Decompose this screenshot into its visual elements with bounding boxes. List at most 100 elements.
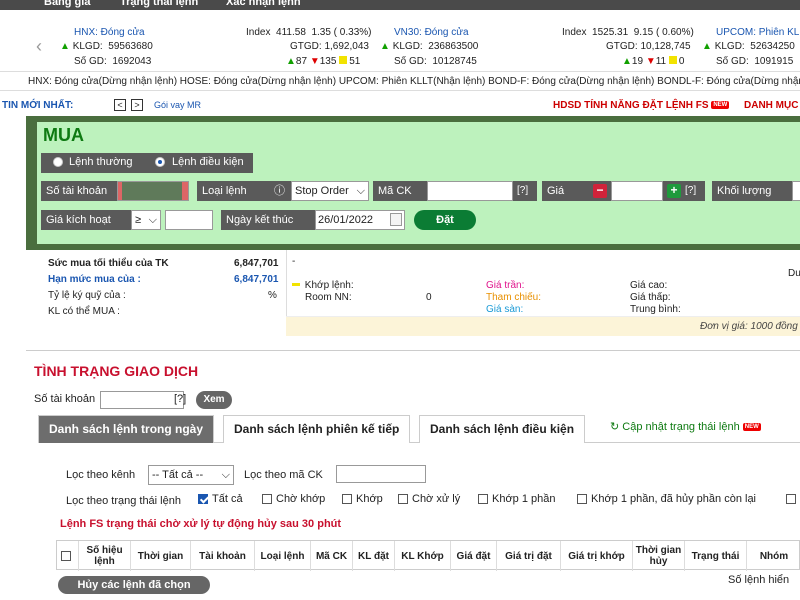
order-count-label: Số lệnh hiển xyxy=(728,574,790,586)
radio-conditional-order[interactable] xyxy=(155,157,165,167)
order-side-title: MUA xyxy=(43,125,84,145)
order-type-label: Loại lệnh ⓘ xyxy=(197,181,291,201)
cancel-selected-button[interactable]: Hủy các lệnh đã chọn xyxy=(58,576,210,594)
state-processing-checkbox[interactable]: Chờ xử lý xyxy=(398,493,460,505)
danh-muc-link[interactable]: DANH MỤC xyxy=(744,100,798,111)
select-all-checkbox[interactable] xyxy=(60,551,71,561)
hnx-gtgd: GTGD: 1,692,043 xyxy=(290,41,369,52)
col-status[interactable]: Trạng thái xyxy=(685,541,747,571)
chevron-down-icon: ⌵ xyxy=(148,214,157,226)
trigger-operator-select[interactable]: ≥ ⌵ xyxy=(131,210,161,230)
chevron-left-icon[interactable]: ‹ xyxy=(36,36,42,57)
account-select[interactable] xyxy=(117,181,189,201)
price-unit-note: Đơn vị giá: 1000 đồng - xyxy=(700,321,800,332)
up-arrow-icon: ▲ xyxy=(60,41,70,52)
tab-conditional-orders[interactable]: Danh sách lệnh điều kiện xyxy=(419,415,586,443)
nav-xac-nhan-lenh[interactable]: Xác nhận lệnh xyxy=(226,0,301,8)
hdsd-link[interactable]: HDSD TÍNH NĂNG ĐẶT LỆNH FS NEW xyxy=(553,100,730,111)
radio-normal-label: Lệnh thường xyxy=(69,156,133,168)
fs-auto-cancel-notice: Lệnh FS trạng thái chờ xử lý tự động hủy… xyxy=(60,518,342,530)
high-label: Giá cao: xyxy=(630,280,668,291)
volume-label: Khối lượng xyxy=(712,181,792,201)
order-mode-radio-group: Lệnh thường Lệnh điều kiện xyxy=(41,153,253,173)
filter-state-label: Lọc theo trạng thái lệnh xyxy=(66,495,181,507)
radio-normal-order[interactable] xyxy=(53,157,63,167)
order-type-select[interactable]: Stop Order ⌵ xyxy=(291,181,369,201)
col-order-type[interactable]: Loại lệnh xyxy=(255,541,311,571)
hnx-name: HNX: Đóng cửa xyxy=(74,27,145,38)
symbol-help-link[interactable]: [?] xyxy=(513,181,537,201)
filter-symbol-input[interactable] xyxy=(336,465,426,483)
price-increase-button[interactable]: + xyxy=(667,184,681,198)
end-date-input[interactable]: 26/01/2022 xyxy=(315,210,405,230)
state-pending-checkbox[interactable]: Chờ khớp xyxy=(262,493,325,505)
view-button[interactable]: Xem xyxy=(196,391,232,409)
new-badge: NEW xyxy=(742,423,761,432)
news-label: TIN MỚI NHẤT: xyxy=(2,100,74,111)
buy-limit-label: Hạn mức mua của : xyxy=(48,274,141,285)
du-label: Du xyxy=(788,268,800,279)
col-qty[interactable]: KL đặt xyxy=(353,541,395,571)
col-group[interactable]: Nhóm xyxy=(747,541,800,571)
state-partial-checkbox[interactable]: Khớp 1 phần xyxy=(478,493,556,505)
floor-label: Giá sàn: xyxy=(486,304,524,315)
trigger-price-label: Giá kích hoạt xyxy=(41,210,131,230)
col-price[interactable]: Giá đặt xyxy=(451,541,497,571)
news-next-button[interactable]: > xyxy=(131,99,143,111)
price-input[interactable] xyxy=(611,181,663,201)
hnx-breadth: ▲87 ▼135 51 xyxy=(286,56,361,67)
price-help-link[interactable]: [?] xyxy=(685,181,696,201)
upcom-klgd: ▲ KLGD: 52634250 xyxy=(702,41,795,52)
place-order-button[interactable]: Đặt xyxy=(414,210,476,230)
buy-limit-value: 6,847,701 xyxy=(234,274,279,285)
volume-input[interactable] xyxy=(792,181,800,201)
orders-table-header: Số hiệu lệnh Thời gian Tài khoản Loại lệ… xyxy=(56,540,800,571)
match-label: Khớp lệnh: xyxy=(292,280,354,291)
state-extra-checkbox[interactable] xyxy=(786,493,800,505)
end-date-label: Ngày kết thúc xyxy=(221,210,315,230)
exchange-status-line: HNX: Đóng cửa(Dừng nhận lệnh) HOSE: Đóng… xyxy=(0,73,800,91)
margin-ratio-unit: % xyxy=(268,290,277,301)
nav-bang-gia[interactable]: Bảng giá xyxy=(44,0,90,8)
account-info-panel: Sức mua tối thiểu của TK 6,847,701 Hạn m… xyxy=(40,250,800,336)
symbol-input[interactable] xyxy=(427,181,513,201)
vn30-name: VN30: Đóng cửa xyxy=(394,27,469,38)
trigger-price-input[interactable] xyxy=(165,210,213,230)
news-bar: TIN MỚI NHẤT: < > Gói vay MR HDSD TÍNH N… xyxy=(0,98,800,114)
vn30-klgd: ▲ KLGD: 236863500 xyxy=(380,41,479,52)
status-account-input[interactable] xyxy=(100,391,184,409)
col-account[interactable]: Tài khoản xyxy=(191,541,255,571)
symbol-info-dash: - xyxy=(292,256,296,267)
state-matched-checkbox[interactable]: Khớp xyxy=(342,493,383,505)
filter-channel-select[interactable]: -- Tất cả -- ⌵ xyxy=(148,465,234,485)
vn30-gtgd: GTGD: 10,128,745 xyxy=(606,41,691,52)
tab-next-session-orders[interactable]: Danh sách lệnh phiên kế tiếp xyxy=(223,415,411,443)
status-help-link[interactable]: [?] xyxy=(174,393,186,405)
new-badge: NEW xyxy=(711,101,730,110)
calendar-icon[interactable] xyxy=(390,213,402,226)
news-headline-link[interactable]: Gói vay MR xyxy=(154,100,201,110)
state-partial-cancelled-checkbox[interactable]: Khớp 1 phần, đã hủy phần còn lại xyxy=(577,493,756,505)
state-all-checkbox[interactable]: Tất cả xyxy=(198,493,243,505)
margin-ratio-label: Tỷ lệ ký quỹ của : xyxy=(48,290,126,301)
price-controls: + [?] xyxy=(663,181,705,201)
col-order-value[interactable]: Giá trị đặt xyxy=(497,541,561,571)
col-matched-value[interactable]: Giá trị khớp xyxy=(561,541,633,571)
status-account-label: Số tài khoản xyxy=(34,393,96,405)
nav-trang-thai-lenh[interactable]: Trạng thái lệnh xyxy=(120,0,198,8)
col-time[interactable]: Thời gian xyxy=(131,541,191,571)
chevron-down-icon: ⌵ xyxy=(221,469,230,481)
symbol-label: Mã CK xyxy=(373,181,427,201)
info-icon[interactable]: ⓘ xyxy=(274,181,285,201)
col-symbol[interactable]: Mã CK xyxy=(311,541,353,571)
news-prev-button[interactable]: < xyxy=(114,99,126,111)
col-matched-qty[interactable]: KL Khớp xyxy=(395,541,451,571)
col-cancel-time[interactable]: Thời gian hủy xyxy=(633,541,685,571)
top-nav: Bảng giá Trạng thái lệnh Xác nhận lệnh xyxy=(0,0,800,10)
tab-today-orders[interactable]: Danh sách lệnh trong ngày xyxy=(38,415,215,443)
price-decrease-button[interactable]: − xyxy=(593,184,607,198)
room-label: Room NN: xyxy=(305,292,352,303)
refresh-status-link[interactable]: ↻ Cập nhật trạng thái lệnh NEW xyxy=(610,420,761,433)
upcom-sogd: Số GD: 1091915 xyxy=(716,56,794,67)
col-order-id[interactable]: Số hiệu lệnh xyxy=(79,541,131,571)
